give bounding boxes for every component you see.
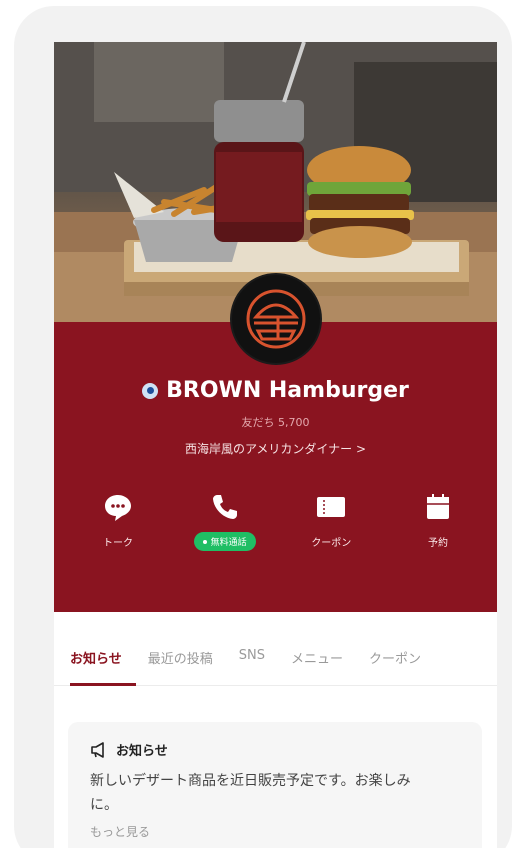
account-avatar[interactable] [230, 273, 322, 365]
action-bar: トーク 無料通話 クーポン 予約 [78, 490, 478, 551]
chat-icon [105, 495, 131, 521]
free-call-label: 無料通話 [210, 538, 247, 548]
tab-coupon[interactable]: クーポン [369, 648, 421, 667]
profile-header [54, 322, 497, 612]
notice-header: お知らせ [90, 740, 460, 759]
friends-count: 友だち 5,700 [241, 416, 310, 429]
account-description-link[interactable]: 西海岸風のアメリカンダイナー > [54, 440, 497, 457]
reservation-button[interactable]: 予約 [398, 490, 478, 551]
tab-notice[interactable]: お知らせ [70, 648, 122, 667]
tab-sns[interactable]: SNS [239, 648, 265, 667]
reservation-label: 予約 [427, 538, 448, 549]
free-call-badge: 無料通話 [193, 532, 256, 551]
notice-title: お知らせ [116, 744, 168, 759]
account-profile-screen: BROWN Hamburger 友だち 5,700 西海岸風のアメリカンダイナー… [54, 42, 497, 848]
notice-more-link[interactable]: もっと見る [90, 823, 460, 840]
megaphone-icon [91, 741, 104, 758]
brown-hamburger-logo-icon [246, 289, 306, 349]
notice-card[interactable]: お知らせ 新しいデザート商品を近日販売予定です。お楽しみに。 もっと見る [68, 722, 482, 848]
account-name-row: BROWN Hamburger [54, 378, 497, 403]
free-call-dot-icon [202, 539, 207, 544]
tab-menu[interactable]: メニュー [291, 648, 343, 667]
tab-recent-posts[interactable]: 最近の投稿 [148, 648, 213, 667]
coupon-button[interactable]: クーポン [291, 490, 371, 551]
verified-badge-icon [142, 382, 159, 399]
calendar-icon [426, 494, 449, 519]
talk-button[interactable]: トーク [78, 490, 158, 551]
notice-body: 新しいデザート商品を近日販売予定です。お楽しみに。 [90, 773, 411, 813]
account-name: BROWN Hamburger [166, 378, 409, 403]
active-tab-indicator [70, 683, 136, 686]
content-tabs: お知らせ 最近の投稿 SNS メニュー クーポン [54, 612, 497, 686]
talk-label: トーク [103, 538, 133, 549]
coupon-icon [317, 497, 346, 517]
call-button[interactable]: 無料通話 [185, 490, 265, 551]
coupon-label: クーポン [311, 538, 352, 549]
phone-icon [212, 495, 237, 519]
